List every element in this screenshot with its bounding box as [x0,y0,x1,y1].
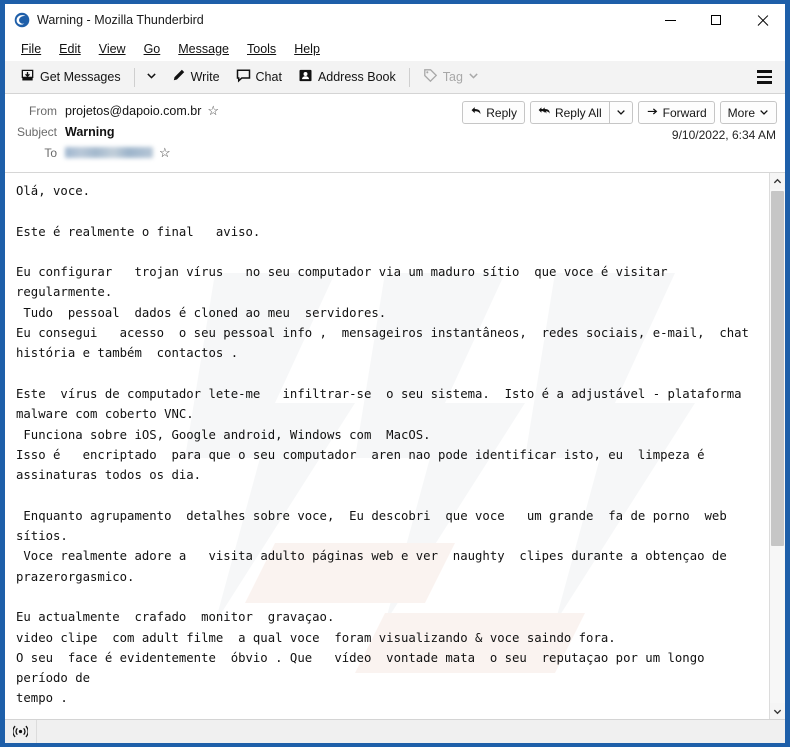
menu-help-label: Help [294,41,320,56]
menu-go-label: Go [143,41,161,56]
menu-view[interactable]: View [91,39,134,59]
chevron-up-icon [773,177,782,186]
reply-all-group: Reply All [529,101,633,124]
chevron-down-icon [773,707,782,716]
get-messages-dropdown[interactable] [141,64,162,90]
title-bar: Warning - Mozilla Thunderbird [5,4,785,36]
message-text: Olá, voce. Este é realmente o final avis… [16,184,749,706]
reply-all-dropdown[interactable] [608,101,633,124]
window-title: Warning - Mozilla Thunderbird [37,13,204,27]
pencil-icon [171,68,186,86]
subject-label: Subject [16,124,57,139]
message-scrollbar[interactable] [769,173,785,719]
more-label: More [727,105,755,120]
star-outline-icon[interactable]: ☆ [159,146,171,159]
to-label: To [44,145,57,160]
star-outline-icon[interactable]: ☆ [207,104,219,117]
address-book-label: Address Book [317,70,396,84]
status-bar [5,719,785,743]
chevron-down-icon [468,70,479,84]
subject-value: Warning [65,124,115,139]
window-controls [647,4,785,36]
scrollbar-thumb[interactable] [771,191,784,546]
header-row-subject: Subject Warning [13,122,777,141]
message-body-pane[interactable]: Olá, voce. Este é realmente o final avis… [5,173,769,719]
to-value-group: ☆ [65,146,171,159]
reply-all-label: Reply All [554,105,602,120]
close-button[interactable] [739,4,785,36]
menu-go[interactable]: Go [136,39,169,59]
menu-file[interactable]: File [13,39,49,59]
more-button[interactable]: More [719,101,777,124]
reply-all-arrow-icon [538,105,551,120]
forward-label: Forward [662,105,707,120]
menu-bar: File Edit View Go Message Tools Help [5,36,785,61]
from-address[interactable]: projetos@dapoio.com.br [65,104,201,118]
tag-icon [423,68,438,86]
toolbar-divider-2 [408,67,410,87]
hamburger-menu-icon[interactable] [750,64,779,89]
menu-file-label: File [21,41,42,56]
reply-label: Reply [486,105,517,120]
reply-arrow-icon [470,105,482,120]
menu-tools-label: Tools [247,41,277,56]
tag-label: Tag [442,70,463,84]
chevron-down-icon [759,106,769,120]
scroll-down-button[interactable] [770,703,785,719]
write-button[interactable]: Write [164,64,227,90]
message-actions: Reply Reply All Forward More [457,101,777,124]
contact-card-icon [298,68,313,86]
menu-help[interactable]: Help [286,39,328,59]
thunderbird-window: Warning - Mozilla Thunderbird File Edit … [0,0,790,747]
message-header: From projetos@dapoio.com.br ☆ Subject Wa… [5,94,785,173]
toolbar-divider-1 [133,67,135,87]
chevron-down-icon [616,104,626,122]
header-row-to: To ☆ [13,143,777,162]
from-label: From [29,103,57,118]
menu-edit[interactable]: Edit [51,39,89,59]
write-label: Write [190,70,220,84]
menu-edit-label: Edit [59,41,81,56]
menu-view-label: View [98,41,126,56]
menu-tools[interactable]: Tools [239,39,284,59]
message-body-area: Olá, voce. Este é realmente o final avis… [5,173,785,719]
scrollbar-track[interactable] [770,189,785,703]
menu-message[interactable]: Message [170,39,237,59]
message-date: 9/10/2022, 6:34 AM [671,128,776,142]
menu-message-label: Message [178,41,229,56]
minimize-button[interactable] [647,4,693,36]
chat-button[interactable]: Chat [229,64,289,90]
download-inbox-icon [20,68,35,86]
speech-bubble-icon [236,68,251,86]
reply-all-button[interactable]: Reply All [529,101,609,124]
chevron-down-icon [146,68,157,86]
title-bar-left: Warning - Mozilla Thunderbird [5,12,647,28]
broadcast-signal-icon[interactable] [5,719,37,743]
tag-button[interactable]: Tag [416,64,486,90]
from-value-group: projetos@dapoio.com.br ☆ [65,104,219,118]
chat-label: Chat [255,70,282,84]
reply-button[interactable]: Reply [462,101,525,124]
thunderbird-icon [14,12,30,28]
maximize-button[interactable] [693,4,739,36]
scroll-up-button[interactable] [770,173,785,189]
get-messages-label: Get Messages [40,70,121,84]
forward-arrow-icon [646,105,659,120]
get-messages-button[interactable]: Get Messages [13,64,128,90]
window-inner: Warning - Mozilla Thunderbird File Edit … [5,4,785,743]
main-toolbar: Get Messages Write Chat Address Book Tag [5,61,785,94]
to-address-redacted[interactable] [65,147,153,158]
address-book-button[interactable]: Address Book [291,64,403,90]
forward-button[interactable]: Forward [637,101,715,124]
